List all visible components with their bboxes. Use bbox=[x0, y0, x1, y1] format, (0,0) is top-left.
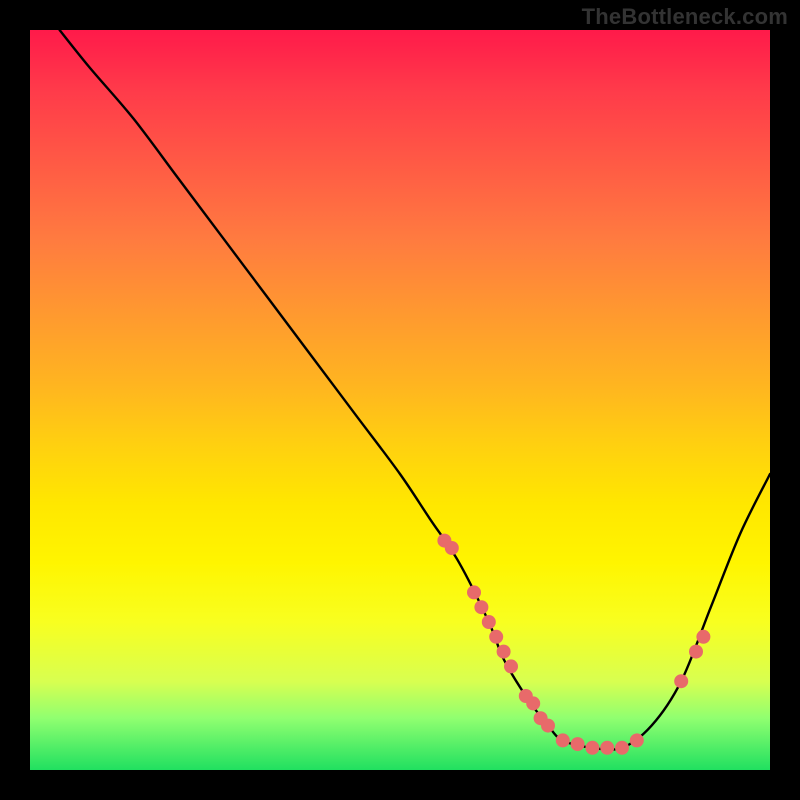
curve-marker bbox=[474, 600, 488, 614]
curve-marker bbox=[504, 659, 518, 673]
curve-marker bbox=[526, 696, 540, 710]
curve-marker bbox=[585, 741, 599, 755]
curve-marker bbox=[467, 585, 481, 599]
curve-marker bbox=[497, 645, 511, 659]
curve-marker bbox=[630, 733, 644, 747]
plot-area bbox=[30, 30, 770, 770]
bottleneck-curve bbox=[60, 30, 770, 750]
curve-marker bbox=[674, 674, 688, 688]
chart-canvas: TheBottleneck.com bbox=[0, 0, 800, 800]
curve-marker bbox=[689, 645, 703, 659]
curve-marker bbox=[571, 737, 585, 751]
curve-marker bbox=[445, 541, 459, 555]
curve-marker bbox=[696, 630, 710, 644]
curve-marker bbox=[600, 741, 614, 755]
curve-marker bbox=[482, 615, 496, 629]
curve-layer bbox=[30, 30, 770, 770]
curve-marker bbox=[615, 741, 629, 755]
watermark-label: TheBottleneck.com bbox=[582, 4, 788, 30]
curve-marker bbox=[556, 733, 570, 747]
curve-marker bbox=[489, 630, 503, 644]
marker-layer bbox=[437, 534, 710, 755]
curve-marker bbox=[541, 719, 555, 733]
